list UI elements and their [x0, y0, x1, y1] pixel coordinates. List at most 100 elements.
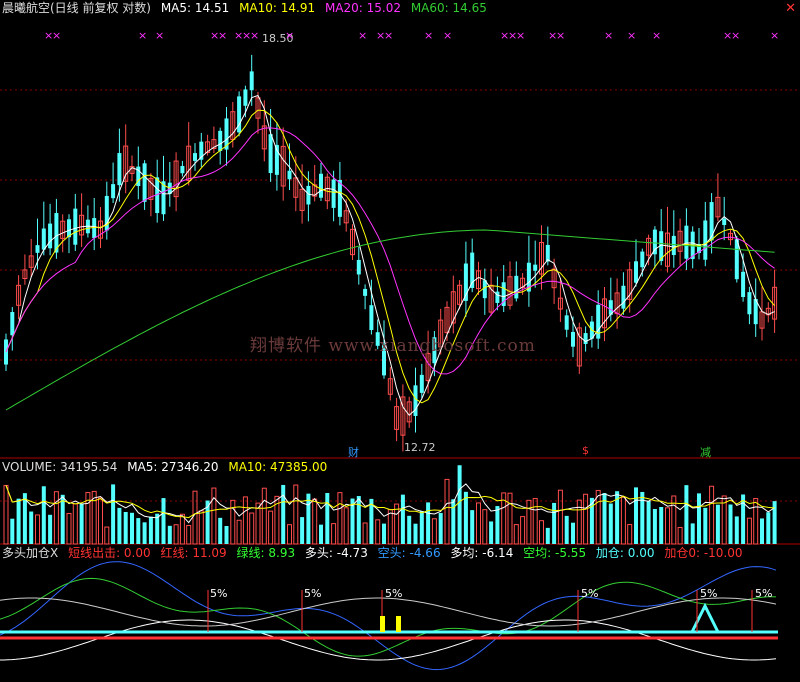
volume-bar: [179, 513, 185, 545]
volume-bar: [249, 512, 255, 545]
volume-bar: [665, 507, 670, 545]
candle-body: [482, 280, 487, 299]
signal-x-mark: ×: [358, 29, 368, 42]
volume-bar: [489, 521, 494, 544]
volume-bar: [715, 504, 720, 544]
volume-bar: [438, 512, 443, 544]
signal-x-mark: ×: [250, 29, 260, 42]
candle-body: [684, 225, 689, 259]
volume-bar: [130, 512, 134, 544]
volume-header: VOLUME: 34195.54 MA5: 27346.20 MA10: 473…: [2, 459, 333, 475]
candle-body: [48, 223, 53, 249]
percent-label: 5%: [581, 587, 599, 600]
volume-bar: [319, 524, 323, 544]
volume-bar: [444, 478, 450, 545]
candle-body: [249, 71, 254, 91]
volume-bar: [312, 498, 318, 545]
volume-bar: [186, 524, 192, 545]
signal-x-mark: ×: [731, 29, 741, 42]
volume-bar: [532, 498, 538, 545]
volume-bar: [41, 486, 46, 544]
volume-ma5: MA5: 27346.20: [127, 460, 219, 474]
indicator-add: 加仓: 0.00: [595, 546, 655, 560]
candle-body: [533, 264, 538, 271]
volume-bar: [470, 510, 475, 544]
volume-bar: [211, 487, 217, 545]
volume-bar: [426, 502, 431, 544]
indicator-red-line: 红线: 11.09: [160, 546, 227, 560]
volume-bar: [155, 513, 160, 544]
volume-bar: [218, 517, 223, 544]
volume-bar: [337, 492, 343, 545]
candle-body: [703, 220, 708, 260]
signal-x-mark: ×: [443, 29, 453, 42]
indicator-short-attack: 短线出击: 0.00: [68, 546, 151, 560]
volume-bar: [242, 496, 248, 545]
candle-body: [545, 244, 550, 262]
ma60-value: MA60: 14.65: [410, 1, 487, 15]
candle-body: [671, 235, 676, 256]
signal-x-mark: ×: [384, 29, 394, 42]
volume-bar: [331, 523, 337, 545]
volume-bar: [526, 499, 532, 545]
indicator-bull: 多头: -4.73: [304, 546, 368, 560]
volume-bar: [760, 518, 764, 544]
candle-body: [331, 179, 336, 208]
volume-bar: [684, 485, 689, 544]
event-marker-dividend[interactable]: $: [582, 444, 589, 457]
volume-bar: [728, 504, 733, 544]
candle-body: [514, 275, 519, 299]
indicator-title: 多头加仓X: [2, 546, 59, 560]
volume-bar: [293, 484, 299, 545]
volume-bar: [3, 484, 9, 545]
volume-bar: [98, 497, 103, 545]
volume-bar: [117, 507, 122, 544]
volume-bar: [66, 512, 72, 545]
volume-bar: [104, 526, 110, 545]
volume-bar: [287, 524, 292, 545]
volume-bar: [35, 514, 40, 545]
volume-bar: [457, 465, 462, 544]
volume-bar: [413, 523, 418, 544]
volume-bar: [142, 522, 147, 544]
volume-bar: [255, 502, 261, 545]
volume-bar: [306, 493, 311, 544]
event-marker-reduce[interactable]: 减: [700, 444, 711, 460]
volume-ma10: MA10: 47385.00: [228, 460, 328, 474]
signal-x-mark: ×: [770, 29, 780, 42]
candle-body: [640, 251, 645, 268]
candle-body: [117, 153, 122, 186]
volume-bar: [198, 510, 204, 545]
volume-bar: [595, 489, 601, 545]
candle-body: [142, 163, 147, 202]
stock-title: 晨曦航空(日线 前复权 对数): [2, 1, 151, 15]
volume-bar: [746, 517, 752, 545]
event-marker-finance[interactable]: 财: [348, 444, 359, 460]
stock-chart-window: 晨曦航空(日线 前复权 对数) MA5: 14.51 MA10: 14.91 M…: [0, 0, 800, 682]
candle-body: [621, 285, 626, 309]
candle-body: [564, 315, 569, 330]
candle-body: [571, 331, 575, 347]
signal-x-mark: ×: [516, 29, 526, 42]
signal-x-mark: ×: [652, 29, 662, 42]
candle-body: [287, 170, 292, 180]
close-icon[interactable]: ✕: [785, 1, 796, 16]
event-marker-dividend-text: $: [582, 444, 589, 457]
volume-bar: [300, 517, 305, 544]
volume-bar: [608, 503, 613, 544]
candle-body: [747, 292, 752, 315]
candle-body: [111, 184, 116, 199]
candle-body: [319, 173, 323, 198]
volume-bar: [356, 496, 361, 544]
indicator-bear-avg: 空均: -5.55: [523, 546, 587, 560]
volume-bar: [72, 503, 78, 545]
volume-bar: [161, 498, 166, 544]
percent-label: 5%: [385, 587, 403, 600]
volume-bar: [394, 503, 400, 545]
volume-bar: [123, 511, 128, 544]
volume-bar: [268, 510, 274, 545]
signal-x-mark: ×: [155, 29, 165, 42]
candle-body: [73, 208, 78, 245]
volume-bar: [652, 508, 657, 544]
candle-body: [193, 153, 197, 161]
